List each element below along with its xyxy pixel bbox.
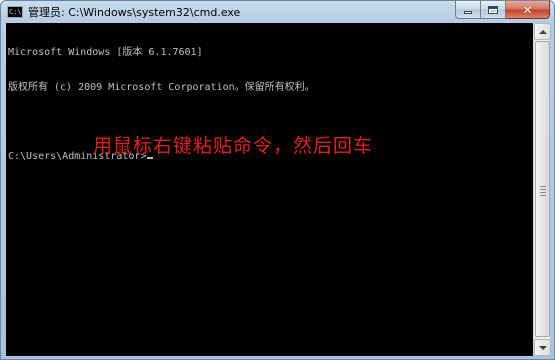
scrollbar-thumb[interactable]	[535, 41, 550, 337]
grip-icon	[540, 186, 546, 198]
console-area[interactable]: Microsoft Windows [版本 6.1.7601] 版权所有 (c)…	[6, 23, 533, 356]
caption-buttons: ✕	[455, 1, 550, 19]
minimize-button[interactable]	[455, 1, 481, 19]
console-line: 版权所有 (c) 2009 Microsoft Corporation。保留所有…	[8, 81, 315, 93]
title-bar[interactable]: C:\ 管理员: C:\Windows\system32\cmd.exe ✕	[1, 1, 554, 23]
close-button[interactable]: ✕	[506, 1, 550, 19]
scroll-up-button[interactable]	[534, 23, 551, 40]
window-title: 管理员: C:\Windows\system32\cmd.exe	[28, 6, 241, 19]
close-icon: ✕	[522, 2, 533, 17]
maximize-button[interactable]	[481, 1, 506, 19]
vertical-scrollbar[interactable]	[533, 23, 551, 356]
scroll-down-button[interactable]	[534, 339, 551, 356]
arrow-down-icon	[538, 345, 547, 350]
cmd-icon[interactable]: C:\	[7, 6, 23, 18]
arrow-up-icon	[538, 29, 547, 34]
console-output: Microsoft Windows [版本 6.1.7601] 版权所有 (c)…	[8, 24, 315, 185]
minimize-icon	[464, 11, 472, 14]
cmd-window: C:\ 管理员: C:\Windows\system32\cmd.exe ✕ M…	[0, 0, 555, 360]
maximize-icon	[488, 5, 498, 14]
console-line: Microsoft Windows [版本 6.1.7601]	[8, 47, 203, 58]
instruction-annotation: 用鼠标右键粘贴命令，然后回车	[93, 135, 374, 157]
